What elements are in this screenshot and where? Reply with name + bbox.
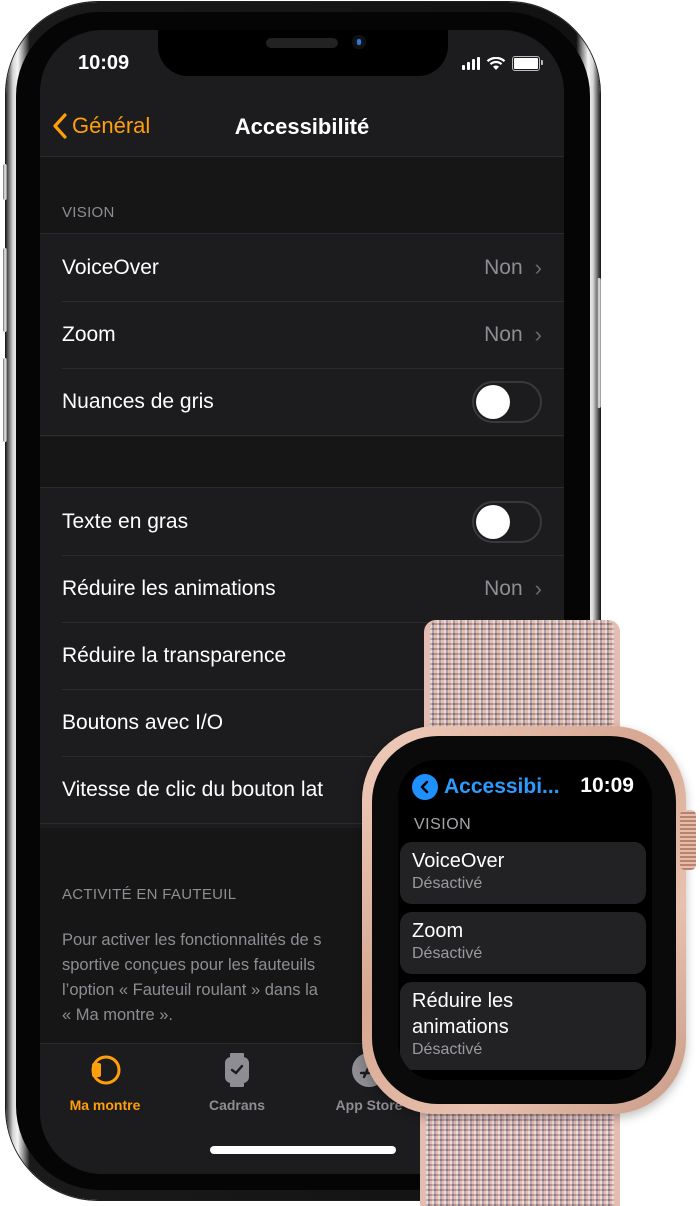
side-button [597, 278, 601, 408]
speaker-grille [266, 38, 338, 48]
status-time: 10:09 [78, 52, 130, 74]
tab-faces[interactable]: Cadrans [172, 1052, 302, 1113]
status-icons [462, 56, 543, 71]
cellular-signal-icon [462, 57, 480, 70]
volume-down-button [3, 358, 7, 442]
row-grayscale: Nuances de gris [40, 368, 564, 435]
row-label: Texte en gras [62, 509, 189, 533]
page-title: Accessibilité [234, 114, 370, 139]
watch-item-subtitle: Désactivé [412, 1041, 483, 1058]
row-label: VoiceOver [62, 255, 159, 279]
row-value: Non [484, 576, 523, 600]
row-reduce-motion[interactable]: Réduire les animations Non › [40, 555, 564, 622]
bold-text-toggle[interactable] [472, 500, 542, 543]
watch-item-voiceover[interactable]: VoiceOver Désactivé [400, 842, 646, 904]
section-header-vision: VISION [62, 204, 115, 221]
watch-band-icon [91, 1055, 121, 1085]
row-label: Réduire les animations [62, 576, 276, 600]
vision-group: VoiceOver Non › Zoom Non › Nuances de gr… [40, 233, 564, 436]
watch-band-top [424, 620, 620, 740]
watch-item-title: Zoom [412, 920, 464, 942]
battery-icon [512, 56, 543, 71]
front-camera [352, 35, 366, 49]
watch-screen: Accessibi... 10:09 VISION VoiceOver Désa… [398, 760, 652, 1080]
watch-item-subtitle: Désactivé [412, 875, 483, 892]
watch-section-header: VISION [414, 816, 472, 833]
row-voiceover[interactable]: VoiceOver Non › [40, 234, 564, 301]
chevron-right-icon: › [534, 254, 542, 280]
navigation-bar: Général Accessibilité [40, 100, 564, 157]
watch-band-bottom [420, 1100, 620, 1206]
chevron-right-icon: › [534, 575, 542, 601]
watch-back-button[interactable]: Accessibi... [412, 774, 560, 800]
row-value: Non [484, 255, 523, 279]
chevron-right-icon: › [534, 321, 542, 347]
section-header-wheelchair: ACTIVITÉ EN FAUTEUIL [62, 886, 237, 903]
row-label: Nuances de gris [62, 389, 214, 413]
watch-face-icon [225, 1053, 249, 1087]
watch-time: 10:09 [580, 774, 634, 797]
row-zoom[interactable]: Zoom Non › [40, 301, 564, 368]
row-value: Non [484, 322, 523, 346]
notch [158, 30, 448, 76]
grayscale-toggle[interactable] [472, 380, 542, 423]
watch-chevron-left-icon [412, 774, 438, 800]
watch-item-title: Réduire les animations [412, 990, 514, 1038]
watch-item-title: VoiceOver [412, 850, 505, 872]
tab-label: Ma montre [69, 1097, 141, 1113]
watch-item-subtitle: Désactivé [412, 945, 483, 962]
section-background [40, 157, 564, 233]
row-bold-text: Texte en gras [40, 488, 564, 555]
section-spacer [40, 437, 564, 487]
digital-crown[interactable] [680, 810, 696, 870]
volume-up-button [3, 248, 7, 332]
watch-item-reduce-motion[interactable]: Réduire les animations Désactivé [400, 982, 646, 1070]
mute-switch [3, 164, 7, 200]
wifi-icon [486, 56, 506, 70]
toggle-knob [476, 384, 510, 419]
watch-item-zoom[interactable]: Zoom Désactivé [400, 912, 646, 974]
tab-label: Cadrans [208, 1097, 266, 1113]
row-label: Zoom [62, 322, 116, 346]
tab-my-watch[interactable]: Ma montre [40, 1052, 170, 1113]
watch-title: Accessibi... [444, 775, 560, 798]
toggle-knob [476, 504, 510, 539]
home-indicator[interactable] [210, 1146, 396, 1154]
